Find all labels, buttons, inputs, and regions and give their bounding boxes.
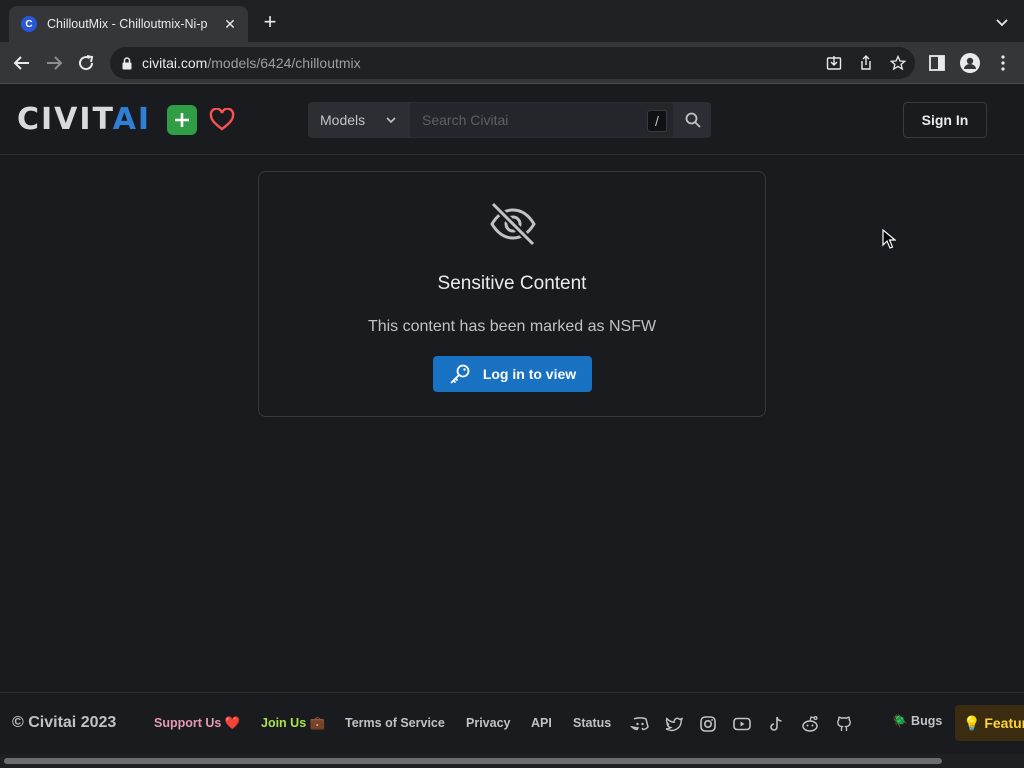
instagram-icon[interactable] [698,714,718,734]
back-icon[interactable] [11,52,33,74]
plus-icon [175,113,189,127]
status-link[interactable]: Status [573,716,611,730]
reddit-icon[interactable] [800,714,820,734]
browser-tab[interactable]: C ChilloutMix - Chilloutmix-Ni-p ✕ [9,6,248,42]
join-us-link[interactable]: Join Us 💼 [261,716,325,731]
search-category-select[interactable]: Models [308,102,409,138]
heart-icon [209,108,235,131]
github-icon[interactable] [834,714,854,734]
address-bar[interactable]: civitai.com/models/6424/chilloutmix [110,47,915,79]
scrollbar-thumb[interactable] [4,758,942,764]
sensitive-content-card: Sensitive Content This content has been … [258,171,766,417]
support-us-link[interactable]: Support Us ❤️ [154,716,240,731]
api-link[interactable]: API [531,716,552,730]
install-app-icon[interactable] [826,55,842,71]
civitai-logo[interactable]: CIVITAI [17,102,151,137]
search-button[interactable] [674,102,711,138]
sign-in-button[interactable]: Sign In [903,102,987,138]
youtube-icon[interactable] [732,714,752,734]
site-footer: © Civitai 2023 Support Us ❤️ Join Us 💼 T… [0,692,1024,754]
twitter-icon[interactable] [664,714,684,734]
log-in-to-view-button[interactable]: Log in to view [433,356,592,392]
search-input[interactable] [422,112,622,128]
nsfw-message: This content has been marked as NSFW [367,318,657,335]
url-text: civitai.com/models/6424/chilloutmix [142,55,361,71]
feature-request-button[interactable]: 💡 Feature [955,705,1024,741]
privacy-link[interactable]: Privacy [466,716,510,730]
site-header: CIVITAI Models / Sign In [0,85,1024,155]
share-icon[interactable] [858,55,874,71]
support-heart-button[interactable] [207,105,237,135]
search-input-wrapper: / [409,102,674,138]
discord-icon[interactable] [630,714,650,734]
tab-search-chevron-icon[interactable] [994,14,1010,30]
civitai-favicon-icon: C [21,16,37,32]
search-shortcut-key: / [647,110,667,132]
browser-toolbar: civitai.com/models/6424/chilloutmix [0,42,1024,84]
eye-off-icon [490,201,536,247]
browser-menu-icon[interactable] [994,54,1012,72]
lock-icon[interactable] [122,56,132,70]
bookmark-star-icon[interactable] [890,55,906,71]
key-icon [450,364,470,384]
card-title: Sensitive Content [437,273,587,294]
search-icon [685,112,701,128]
tab-title: ChilloutMix - Chilloutmix-Ni-p [47,17,208,31]
side-panel-icon[interactable] [928,54,946,72]
search-bar: Models / [308,102,711,138]
mouse-cursor-icon [882,229,896,249]
tab-close-icon[interactable]: ✕ [222,16,238,33]
create-plus-button[interactable] [167,105,197,135]
chevron-down-icon [386,117,396,124]
profile-avatar-icon[interactable] [960,53,980,73]
terms-link[interactable]: Terms of Service [345,716,445,730]
horizontal-scrollbar[interactable] [0,754,1024,768]
bugs-button[interactable]: 🪲 Bugs [892,714,942,729]
copyright: © Civitai 2023 [12,714,117,731]
new-tab-icon[interactable]: + [260,11,280,33]
tiktok-icon[interactable] [766,714,786,734]
browser-tabstrip: C ChilloutMix - Chilloutmix-Ni-p ✕ + [0,0,1024,42]
forward-icon[interactable] [43,52,65,74]
reload-icon[interactable] [75,52,97,74]
